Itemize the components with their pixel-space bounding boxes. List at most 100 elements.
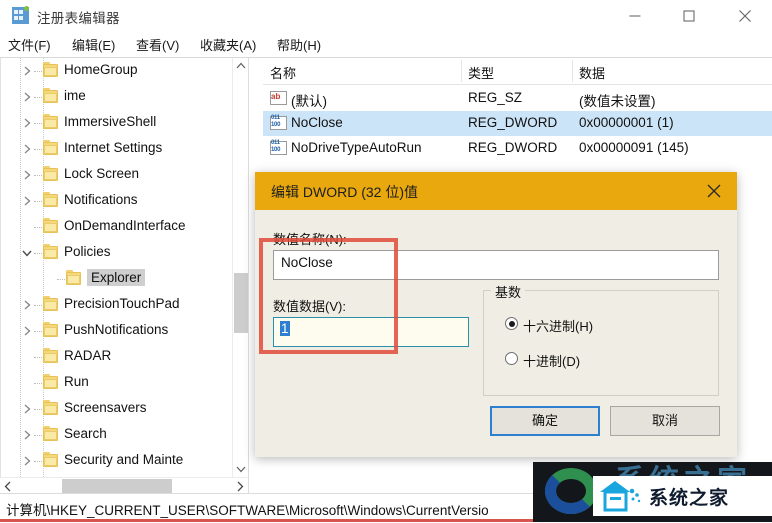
chevron-right-icon[interactable] bbox=[21, 195, 33, 207]
maximize-button[interactable] bbox=[667, 0, 711, 32]
folder-icon bbox=[43, 192, 58, 207]
folder-icon bbox=[43, 218, 58, 233]
status-bar-path: 计算机\HKEY_CURRENT_USER\SOFTWARE\Microsoft… bbox=[6, 503, 489, 518]
chevron-right-icon[interactable] bbox=[21, 143, 33, 155]
tree-scroll-up-icon[interactable] bbox=[233, 58, 249, 75]
list-cell-data: 0x00000091 (145) bbox=[579, 140, 689, 155]
list-header: 名称 类型 数据 bbox=[263, 58, 772, 85]
column-header-name[interactable]: 名称 bbox=[270, 63, 296, 82]
base-group-label: 基数 bbox=[491, 282, 526, 301]
tree-item-immersiveshell[interactable]: ImmersiveShell bbox=[0, 110, 248, 136]
chevron-right-icon[interactable] bbox=[21, 169, 33, 181]
tree-item-label: RADAR bbox=[64, 348, 112, 363]
folder-icon bbox=[43, 296, 58, 311]
tree-item-policies[interactable]: Policies bbox=[0, 240, 248, 266]
chevron-right-icon[interactable] bbox=[21, 299, 33, 311]
tree-item-label: PrecisionTouchPad bbox=[64, 296, 180, 311]
list-cell-data: 0x00000001 (1) bbox=[579, 115, 674, 130]
window-title: 注册表编辑器 bbox=[37, 11, 120, 26]
chevron-right-icon[interactable] bbox=[21, 455, 33, 467]
chevron-right-icon[interactable] bbox=[21, 403, 33, 415]
watermark-card: 系统之家 bbox=[593, 476, 772, 516]
minimize-button[interactable] bbox=[613, 0, 657, 32]
tree-item-lock-screen[interactable]: Lock Screen bbox=[0, 162, 248, 188]
dialog-close-button[interactable] bbox=[691, 172, 737, 210]
list-row[interactable]: 011 100 NoDriveTypeAutoRun REG_DWORD 0x00000… bbox=[263, 136, 772, 161]
column-header-type[interactable]: 类型 bbox=[468, 63, 494, 82]
list-cell-name: NoDriveTypeAutoRun bbox=[291, 140, 422, 155]
folder-icon bbox=[43, 114, 58, 129]
tree-item-label: Lock Screen bbox=[64, 166, 140, 181]
tree-item-label: Run bbox=[64, 374, 89, 389]
menu-edit[interactable]: 编辑(E) bbox=[72, 35, 115, 54]
tree-item-search[interactable]: Search bbox=[0, 422, 248, 448]
tree-item-label: PushNotifications bbox=[64, 322, 169, 337]
folder-icon bbox=[43, 88, 58, 103]
folder-icon bbox=[43, 140, 58, 155]
tree-item-label: Notifications bbox=[64, 192, 138, 207]
menu-view[interactable]: 查看(V) bbox=[136, 35, 179, 54]
folder-icon bbox=[43, 348, 58, 363]
column-divider-1[interactable] bbox=[461, 60, 462, 82]
dialog-title: 编辑 DWORD (32 位)值 bbox=[271, 184, 418, 200]
registry-editor-window: 注册表编辑器 文件(F) 编辑(E) 查看(V) 收藏夹(A) 帮助(H) Ho… bbox=[0, 0, 772, 523]
chevron-right-icon[interactable] bbox=[21, 91, 33, 103]
folder-icon bbox=[66, 270, 81, 285]
tree-item-internet-settings[interactable]: Internet Settings bbox=[0, 136, 248, 162]
radio-decimal-label: 十进制(D) bbox=[523, 354, 581, 369]
column-header-data[interactable]: 数据 bbox=[579, 63, 605, 82]
chevron-right-icon[interactable] bbox=[21, 65, 33, 77]
registry-tree-pane[interactable]: HomeGroup ime ImmersiveShell Internet Setti… bbox=[0, 58, 248, 477]
folder-icon bbox=[43, 452, 58, 467]
column-divider-2[interactable] bbox=[572, 60, 573, 82]
ok-button[interactable]: 确定 bbox=[490, 406, 600, 436]
tree-item-precisiontouchpad[interactable]: PrecisionTouchPad bbox=[0, 292, 248, 318]
tree-item-run[interactable]: Run bbox=[0, 370, 248, 396]
menu-favorites[interactable]: 收藏夹(A) bbox=[200, 35, 256, 54]
folder-icon bbox=[43, 62, 58, 77]
tree-item-explorer[interactable]: Explorer bbox=[0, 266, 248, 292]
tree-item-ime[interactable]: ime bbox=[0, 84, 248, 110]
folder-icon bbox=[43, 374, 58, 389]
dialog-title-bar: 编辑 DWORD (32 位)值 bbox=[255, 172, 737, 210]
tree-item-pushnotifications[interactable]: PushNotifications bbox=[0, 318, 248, 344]
radio-hexadecimal-dot bbox=[508, 320, 515, 327]
tree-item-security-and-mainte[interactable]: Security and Mainte bbox=[0, 448, 248, 474]
watermark-house-icon bbox=[599, 479, 643, 513]
menu-bar: 文件(F) 编辑(E) 查看(V) 收藏夹(A) 帮助(H) bbox=[0, 32, 772, 56]
folder-icon bbox=[43, 166, 58, 181]
tree-item-notifications[interactable]: Notifications bbox=[0, 188, 248, 214]
chevron-right-icon[interactable] bbox=[21, 429, 33, 441]
list-cell-name: (默认) bbox=[291, 94, 327, 109]
menu-help[interactable]: 帮助(H) bbox=[277, 35, 321, 54]
chevron-right-icon[interactable] bbox=[21, 117, 33, 129]
list-row[interactable]: ab (默认) REG_SZ (数值未设置) bbox=[263, 86, 772, 111]
radio-decimal-ring bbox=[505, 352, 518, 365]
close-button[interactable] bbox=[723, 0, 767, 32]
folder-icon bbox=[43, 244, 58, 259]
tree-item-ondemandinterface[interactable]: OnDemandInterface bbox=[0, 214, 248, 240]
radio-hexadecimal-label: 十六进制(H) bbox=[523, 319, 594, 334]
list-row[interactable]: 011 100 NoClose REG_DWORD 0x00000001 (1) bbox=[263, 111, 772, 136]
tree-item-label: OnDemandInterface bbox=[64, 218, 186, 233]
tree-item-homegroup[interactable]: HomeGroup bbox=[0, 58, 248, 84]
folder-icon bbox=[43, 400, 58, 415]
tree-scroll-down-icon[interactable] bbox=[233, 460, 249, 477]
string-value-icon: ab bbox=[270, 90, 287, 106]
chevron-down-icon[interactable] bbox=[21, 247, 33, 259]
menu-file[interactable]: 文件(F) bbox=[8, 35, 51, 54]
tree-item-radar[interactable]: RADAR bbox=[0, 344, 248, 370]
tree-vscroll-thumb[interactable] bbox=[234, 273, 248, 333]
list-cell-type: REG_SZ bbox=[468, 90, 523, 105]
tree-vertical-scrollbar[interactable] bbox=[232, 58, 249, 477]
tree-vscroll-track[interactable] bbox=[233, 75, 249, 460]
list-cell-type: REG_DWORD bbox=[468, 115, 558, 130]
folder-icon bbox=[43, 322, 58, 337]
chevron-right-icon[interactable] bbox=[21, 325, 33, 337]
tree-item-label: Screensavers bbox=[64, 400, 147, 415]
tree-item-screensavers[interactable]: Screensavers bbox=[0, 396, 248, 422]
tree-hscroll-thumb[interactable] bbox=[62, 479, 172, 494]
cancel-button[interactable]: 取消 bbox=[610, 406, 720, 436]
edit-dword-dialog: 编辑 DWORD (32 位)值 数值名称(N): NoClose 数值数据(V… bbox=[255, 172, 737, 457]
watermark-brand-text: 系统之家 bbox=[649, 488, 730, 509]
